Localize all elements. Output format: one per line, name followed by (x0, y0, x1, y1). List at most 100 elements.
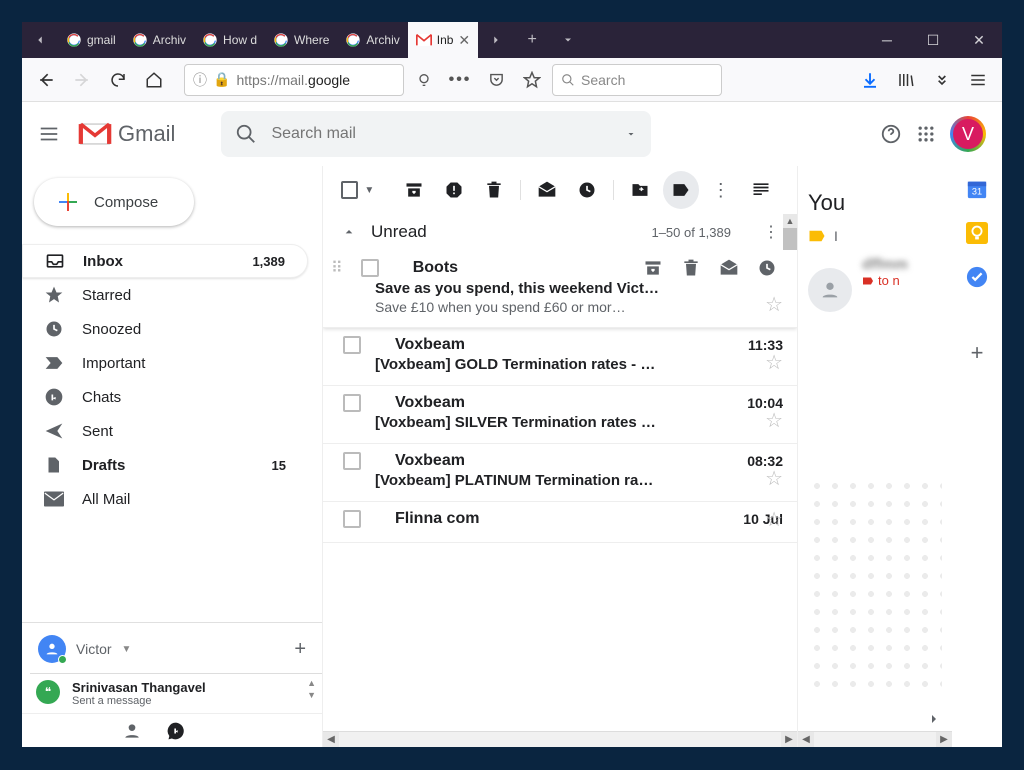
mail-row[interactable]: Voxbeam10:04[Voxbeam] SILVER Termination… (323, 386, 797, 444)
page-actions[interactable]: ••• (444, 64, 476, 96)
sidebar-item-starred[interactable]: Starred (22, 278, 308, 312)
more-button[interactable]: ⋮ (703, 171, 739, 209)
tasks-app-icon[interactable] (966, 266, 988, 288)
mark-read-icon[interactable] (717, 258, 741, 278)
panel-hscroll[interactable]: ◀▶ (798, 731, 952, 747)
add-app-button[interactable]: + (971, 340, 984, 366)
select-dropdown[interactable]: ▼ (364, 185, 374, 196)
window-minimize[interactable]: ─ (864, 22, 910, 58)
nav-back[interactable] (30, 64, 62, 96)
bookmark-icon[interactable] (516, 64, 548, 96)
hangouts-caret[interactable]: ▼ (122, 644, 132, 655)
calendar-app-icon[interactable]: 31 (966, 178, 988, 200)
hangouts-add[interactable]: + (294, 638, 306, 661)
hamburger-icon[interactable] (38, 123, 62, 145)
browser-tab[interactable]: gmail (58, 22, 124, 58)
delete-button[interactable] (476, 171, 512, 209)
tabs-dropdown[interactable] (550, 22, 586, 58)
sidebar-item-snoozed[interactable]: Snoozed (22, 312, 308, 346)
label-button[interactable] (663, 171, 699, 209)
apps-grid-icon[interactable] (916, 124, 936, 144)
browser-tab[interactable]: Where (265, 22, 337, 58)
sidebar-item-all-mail[interactable]: All Mail (22, 482, 308, 516)
section-header: Unread 1–50 of 1,389 ⋮ (323, 214, 797, 250)
mail-sender: Voxbeam (395, 394, 465, 412)
keep-app-icon[interactable] (966, 222, 988, 244)
collapse-icon[interactable] (341, 224, 357, 240)
hangouts-contacts-tab[interactable] (122, 721, 142, 741)
account-avatar[interactable]: V (950, 116, 986, 152)
mail-row[interactable]: Voxbeam08:32[Voxbeam] PLATINUM Terminati… (323, 444, 797, 502)
star-icon[interactable]: ☆ (765, 408, 783, 433)
mail-checkbox[interactable] (343, 510, 361, 528)
mark-read-button[interactable] (529, 171, 565, 209)
info-icon[interactable]: ⓘ (193, 70, 207, 90)
menu-icon[interactable] (962, 64, 994, 96)
mail-checkbox[interactable] (343, 394, 361, 412)
mail-checkbox[interactable] (361, 259, 379, 277)
delete-icon[interactable] (679, 258, 703, 278)
drag-handle-icon[interactable]: ⠿ (331, 258, 343, 278)
browser-tab[interactable]: Archiv (124, 22, 194, 58)
star-icon[interactable]: ☆ (765, 466, 783, 491)
notif-down[interactable]: ▼ (307, 690, 316, 700)
url-bar[interactable]: ⓘ 🔒 https://mail.google (184, 64, 404, 96)
hangouts-notification[interactable]: ❝ Srinivasan Thangavel Sent a message ▲▼ (30, 673, 322, 713)
gmail-search-input[interactable] (271, 125, 611, 143)
window-maximize[interactable]: ☐ (910, 22, 956, 58)
pocket-icon[interactable] (480, 64, 512, 96)
sidebar-item-chats[interactable]: Chats (22, 380, 308, 414)
downloads-icon[interactable] (854, 64, 886, 96)
panel-to: to n (862, 273, 908, 288)
nav-forward (66, 64, 98, 96)
tab-scroll-left[interactable] (22, 22, 58, 58)
mail-checkbox[interactable] (343, 452, 361, 470)
browser-tab[interactable]: Inb✕ (408, 22, 478, 58)
compose-button[interactable]: Compose (34, 178, 194, 226)
tab-favicon (273, 32, 289, 48)
support-icon[interactable] (880, 123, 902, 145)
archive-icon[interactable] (641, 258, 665, 278)
star-icon[interactable]: ☆ (765, 507, 783, 532)
horizontal-scrollbar[interactable]: ◀▶ (323, 731, 797, 747)
snooze-icon[interactable] (755, 258, 779, 278)
tips-icon[interactable] (408, 64, 440, 96)
panel-collapse[interactable] (926, 711, 942, 727)
sidebar-item-sent[interactable]: Sent (22, 414, 308, 448)
gmail-search-box[interactable] (221, 111, 651, 157)
sidebar-item-drafts[interactable]: Drafts15 (22, 448, 308, 482)
sidebar-item-inbox[interactable]: Inbox1,389 (22, 244, 308, 278)
star-icon[interactable]: ☆ (765, 350, 783, 375)
nav-home[interactable] (138, 64, 170, 96)
mail-row[interactable]: Flinna com10 Jul☆ (323, 502, 797, 543)
hangouts-chat-tab[interactable] (166, 721, 186, 741)
sidebar-item-important[interactable]: Important (22, 346, 308, 380)
overflow-icon[interactable] (926, 64, 958, 96)
new-tab-button[interactable]: + (514, 22, 550, 58)
mail-row[interactable]: Voxbeam11:33[Voxbeam] GOLD Termination r… (323, 328, 797, 386)
notif-up[interactable]: ▲ (307, 678, 316, 688)
mail-row[interactable]: ⠿BootsSave as you spend, this weekend Vi… (323, 250, 797, 328)
tab-label: How d (223, 33, 257, 47)
browser-search-box[interactable]: Search (552, 64, 722, 96)
window-close[interactable]: ✕ (956, 22, 1002, 58)
browser-tab[interactable]: How d (194, 22, 265, 58)
split-pane-toggle[interactable] (743, 171, 779, 209)
select-all-checkbox[interactable] (341, 181, 358, 199)
mail-checkbox[interactable] (343, 336, 361, 354)
gmail-logo[interactable]: Gmail (78, 121, 175, 147)
tab-close[interactable]: ✕ (458, 32, 470, 49)
hangouts-avatar[interactable] (38, 635, 66, 663)
nav-reload[interactable] (102, 64, 134, 96)
tab-scroll-right[interactable] (478, 22, 514, 58)
archive-button[interactable] (396, 171, 432, 209)
snooze-button[interactable] (569, 171, 605, 209)
browser-tab[interactable]: Archiv (337, 22, 407, 58)
search-options-caret[interactable] (625, 128, 637, 140)
spam-button[interactable] (436, 171, 472, 209)
move-button[interactable] (622, 171, 658, 209)
sidebar-item-label: All Mail (82, 491, 130, 508)
section-more[interactable]: ⋮ (763, 222, 779, 242)
star-icon[interactable]: ☆ (765, 292, 783, 317)
library-icon[interactable] (890, 64, 922, 96)
